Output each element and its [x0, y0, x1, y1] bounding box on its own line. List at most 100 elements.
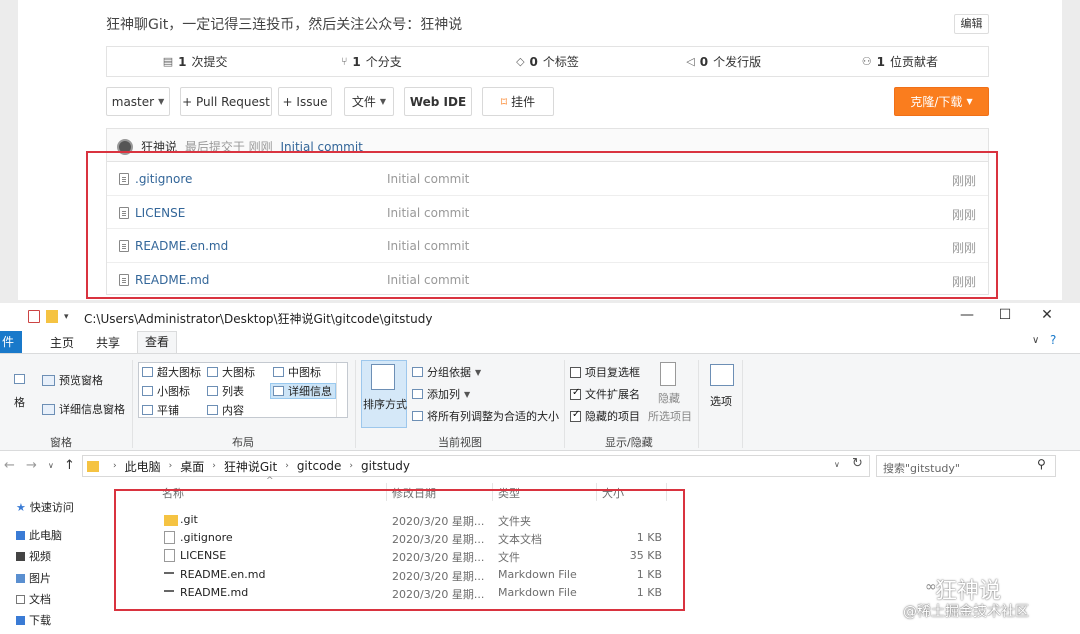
file-name[interactable]: .gitignore — [135, 172, 192, 186]
nav-item-pictures[interactable]: 图片 — [16, 570, 51, 586]
file-row[interactable]: LICENSE Initial commit 刚刚 — [107, 196, 988, 229]
breadcrumb-item[interactable]: gitcode — [297, 459, 342, 473]
column-divider[interactable] — [666, 483, 667, 501]
pull-request-button[interactable]: + Pull Request — [180, 87, 272, 116]
column-type[interactable]: 类型 — [498, 485, 520, 501]
branch-select[interactable]: master ▼ — [106, 87, 170, 116]
checkbox-checked[interactable] — [570, 409, 581, 422]
nav-pane-label-partial[interactable]: 格 — [14, 394, 25, 410]
breadcrumb-item[interactable]: gitstudy — [361, 459, 410, 473]
column-name[interactable]: 名称 — [162, 485, 184, 501]
column-divider[interactable] — [492, 483, 493, 501]
group-by-label: 分组依据 — [427, 366, 471, 379]
caret-down-icon: ▼ — [966, 97, 973, 106]
help-icon[interactable]: ? — [1050, 333, 1056, 347]
web-ide-button[interactable]: Web IDE — [404, 87, 472, 116]
file-commit-message[interactable]: Initial commit — [387, 172, 469, 186]
file-commit-message[interactable]: Initial commit — [387, 206, 469, 220]
file-name[interactable]: README.md — [135, 273, 209, 287]
nav-item-videos[interactable]: 视频 — [16, 548, 51, 564]
checkbox-unchecked[interactable] — [570, 366, 581, 378]
properties-icon[interactable] — [28, 310, 40, 323]
tab-file[interactable]: 件 — [0, 331, 22, 353]
column-date[interactable]: 修改日期 — [392, 485, 436, 501]
issue-button[interactable]: + Issue — [278, 87, 332, 116]
column-divider[interactable] — [596, 483, 597, 501]
close-icon[interactable]: ✕ — [1032, 307, 1062, 323]
nav-item-quick-access[interactable]: ★ 快速访问 — [16, 499, 74, 515]
tab-view[interactable]: 查看 — [137, 331, 177, 353]
breadcrumb-item[interactable]: 桌面 — [180, 458, 204, 475]
add-column-button[interactable]: 添加列 ▼ — [412, 386, 470, 402]
tab-share[interactable]: 共享 — [96, 334, 120, 351]
hide-selected-button[interactable]: 所选项目 — [648, 408, 692, 424]
commit-message[interactable]: Initial commit — [281, 140, 363, 154]
details-pane-button[interactable]: 详细信息窗格 — [42, 401, 125, 417]
edit-button[interactable]: 编辑 — [954, 14, 989, 34]
file-commit-message[interactable]: Initial commit — [387, 239, 469, 253]
layout-s-icons[interactable]: 小图标 — [142, 383, 190, 399]
nav-item-downloads[interactable]: 下载 — [16, 612, 51, 628]
nav-item-documents[interactable]: 文档 — [16, 591, 51, 607]
back-arrow-icon[interactable]: ← — [4, 458, 15, 473]
clone-download-button[interactable]: 克隆/下载 ▼ — [894, 87, 989, 116]
layout-l-icons[interactable]: 大图标 — [207, 364, 255, 380]
recent-locations-icon[interactable]: ∨ — [48, 461, 54, 470]
file-name[interactable]: README.en.md — [135, 239, 228, 253]
group-by-button[interactable]: 分组依据 ▼ — [412, 364, 481, 380]
layout-xl-icons[interactable]: 超大图标 — [142, 364, 201, 380]
address-dropdown-icon[interactable]: ∨ — [834, 460, 840, 469]
file-name[interactable]: LICENSE — [135, 206, 185, 220]
star-button[interactable]: ⌑ 挂件 — [482, 87, 554, 116]
layout-tiles[interactable]: 平铺 — [142, 402, 179, 418]
file-row[interactable]: README.en.md Initial commit 刚刚 — [107, 229, 988, 263]
file-row[interactable]: README.md 2020/3/20 星期... Markdown File … — [160, 584, 670, 602]
fit-columns-button[interactable]: 将所有列调整为合适的大小 — [412, 408, 559, 424]
file-row[interactable]: README.md Initial commit 刚刚 — [107, 263, 988, 297]
stat-commits[interactable]: ▤ 1 次提交 — [107, 47, 283, 76]
breadcrumb-item[interactable]: 狂神说Git — [224, 458, 277, 475]
layout-content[interactable]: 内容 — [207, 402, 244, 418]
stat-releases[interactable]: ◁ 0 个发行版 — [636, 47, 812, 76]
quick-access-dropdown-icon[interactable]: ▾ — [64, 312, 76, 325]
address-bar[interactable]: › 此电脑 › 桌面 › 狂神说Git › gitcode › gitstudy — [82, 455, 870, 477]
layout-m-icons[interactable]: 中图标 — [273, 364, 321, 380]
nav-item-this-pc[interactable]: 此电脑 — [16, 527, 62, 543]
column-size[interactable]: 大小 — [602, 485, 624, 501]
layout-details[interactable]: 详细信息 — [273, 383, 332, 399]
layout-list[interactable]: 列表 — [207, 383, 244, 399]
minimize-icon[interactable]: — — [952, 307, 982, 323]
search-input[interactable]: 搜索"gitstudy" — [876, 455, 1056, 477]
stat-tags[interactable]: ◇ 0 个标签 — [459, 47, 635, 76]
options-button[interactable]: 选项 — [710, 393, 732, 409]
preview-pane-button[interactable]: 预览窗格 — [42, 372, 103, 388]
hidden-items-toggle[interactable]: 隐藏的项目 — [570, 408, 640, 424]
file-menu-button[interactable]: 文件 ▼ — [344, 87, 394, 116]
new-folder-icon[interactable] — [46, 310, 58, 323]
stat-contributors[interactable]: ⚇ 1 位贡献者 — [812, 47, 988, 76]
file-row[interactable]: .git 2020/3/20 星期... 文件夹 — [160, 511, 670, 529]
avatar[interactable] — [117, 139, 133, 155]
caret-down-icon: ▼ — [379, 97, 387, 106]
layout-gallery-scroll[interactable] — [336, 363, 347, 417]
stat-branches[interactable]: ⑂ 1 个分支 — [283, 47, 459, 76]
commit-author[interactable]: 狂神说 — [141, 140, 177, 154]
file-row[interactable]: README.en.md 2020/3/20 星期... Markdown Fi… — [160, 566, 670, 584]
forward-arrow-icon[interactable]: → — [26, 458, 37, 473]
column-divider[interactable] — [386, 483, 387, 501]
search-icon[interactable]: ⚲ — [1037, 457, 1046, 471]
up-arrow-icon[interactable]: ↑ — [64, 458, 75, 473]
maximize-icon[interactable]: ☐ — [990, 307, 1020, 323]
checkbox-checked[interactable] — [570, 387, 581, 400]
chevron-down-icon[interactable]: ∨ — [1032, 335, 1039, 346]
item-checkbox-toggle[interactable]: 项目复选框 — [570, 364, 640, 380]
nav-pane-partial[interactable] — [14, 374, 25, 384]
refresh-icon[interactable]: ↻ — [852, 456, 863, 471]
file-row[interactable]: .gitignore Initial commit 刚刚 — [107, 162, 988, 196]
breadcrumb-item[interactable]: 此电脑 — [125, 458, 161, 475]
file-row[interactable]: .gitignore 2020/3/20 星期... 文本文档 1 KB — [160, 529, 670, 547]
file-ext-toggle[interactable]: 文件扩展名 — [570, 386, 640, 402]
tab-home[interactable]: 主页 — [50, 334, 74, 351]
file-row[interactable]: LICENSE 2020/3/20 星期... 文件 35 KB — [160, 547, 670, 565]
file-commit-message[interactable]: Initial commit — [387, 273, 469, 287]
